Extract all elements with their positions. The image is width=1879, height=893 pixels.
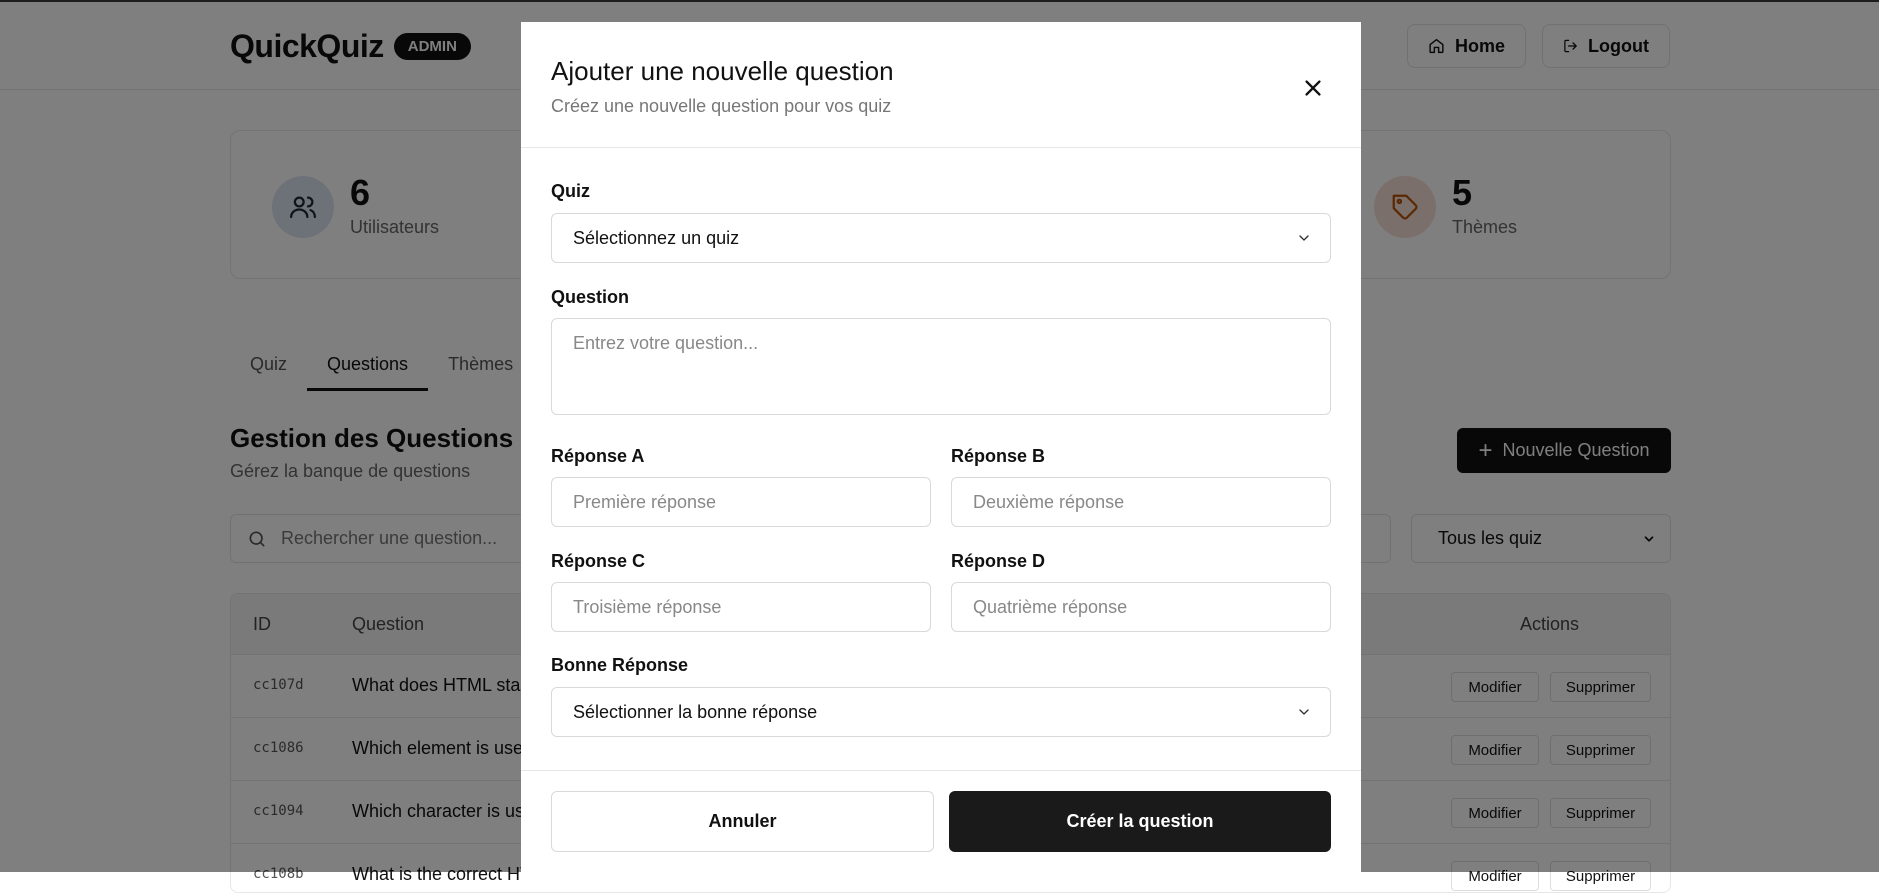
dialog-header: Ajouter une nouvelle question Créez une …: [521, 22, 1361, 148]
answer-b-placeholder: Deuxième réponse: [973, 491, 1125, 512]
dialog-subtitle: Créez une nouvelle question pour vos qui…: [551, 96, 892, 116]
answer-c-label: Réponse C: [551, 551, 646, 571]
quiz-select[interactable]: Sélectionnez un quiz: [551, 213, 1331, 263]
answer-a-input[interactable]: Première réponse: [551, 477, 931, 527]
chevron-down-icon: [1299, 235, 1309, 241]
answer-c-input[interactable]: Troisième réponse: [551, 582, 931, 632]
answer-a-label: Réponse A: [551, 446, 645, 466]
quiz-label: Quiz: [551, 181, 590, 201]
chevron-down-icon: [1299, 709, 1309, 715]
create-question-button[interactable]: Créer la question: [949, 791, 1331, 852]
answer-d-placeholder: Quatrième réponse: [973, 596, 1128, 617]
answer-a-placeholder: Première réponse: [573, 491, 717, 512]
dialog-footer: Annuler Créer la question: [521, 770, 1361, 883]
dialog-title: Ajouter une nouvelle question: [551, 56, 894, 86]
answer-c-placeholder: Troisième réponse: [573, 596, 722, 617]
question-placeholder: Entrez votre question...: [573, 333, 759, 353]
add-question-dialog: Ajouter une nouvelle question Créez une …: [521, 22, 1361, 882]
close-button[interactable]: [1297, 72, 1329, 104]
answer-d-input[interactable]: Quatrième réponse: [951, 582, 1331, 632]
correct-answer-label: Bonne Réponse: [551, 655, 689, 675]
cancel-button[interactable]: Annuler: [551, 791, 934, 852]
question-textarea[interactable]: Entrez votre question...: [551, 318, 1331, 415]
question-label: Question: [551, 287, 630, 307]
answer-b-label: Réponse B: [951, 446, 1046, 466]
correct-answer-select[interactable]: Sélectionner la bonne réponse: [551, 687, 1331, 737]
answer-d-label: Réponse D: [951, 551, 1046, 571]
answer-b-input[interactable]: Deuxième réponse: [951, 477, 1331, 527]
quiz-select-value: Sélectionnez un quiz: [573, 227, 740, 248]
close-icon: [1305, 80, 1321, 96]
correct-answer-value: Sélectionner la bonne réponse: [573, 701, 818, 722]
